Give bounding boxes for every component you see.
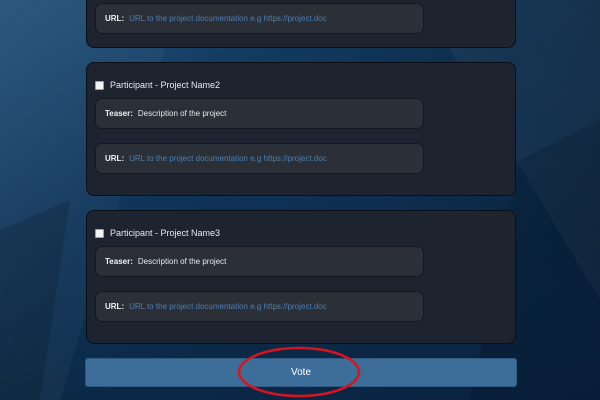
url-placeholder: URL to the project documentation e.g htt…: [129, 14, 327, 23]
project-card: Participant - Project Name2 Teaser: Desc…: [86, 62, 516, 196]
project-card: Participant - Project Name3 Teaser: Desc…: [86, 210, 516, 344]
participant-checkbox-row[interactable]: Participant - Project Name3: [95, 228, 220, 238]
teaser-label: Teaser:: [105, 257, 133, 266]
url-placeholder: URL to the project documentation e.g htt…: [129, 154, 327, 163]
teaser-field[interactable]: Teaser: Description of the project: [95, 246, 424, 277]
url-label: URL:: [105, 154, 125, 163]
teaser-label: Teaser:: [105, 109, 133, 118]
teaser-field[interactable]: Teaser: Description of the project: [95, 98, 424, 129]
url-label: URL:: [105, 14, 125, 23]
participant-checkbox-row[interactable]: Participant - Project Name2: [95, 80, 220, 90]
project-card: URL: URL to the project documentation e.…: [86, 0, 516, 48]
url-field[interactable]: URL: URL to the project documentation e.…: [95, 3, 424, 34]
url-field[interactable]: URL: URL to the project documentation e.…: [95, 291, 424, 322]
url-label: URL:: [105, 302, 125, 311]
url-placeholder: URL to the project documentation e.g htt…: [129, 302, 327, 311]
teaser-text: Description of the project: [137, 257, 227, 266]
url-field[interactable]: URL: URL to the project documentation e.…: [95, 143, 424, 174]
teaser-text: Description of the project: [137, 109, 227, 118]
participant-checkbox[interactable]: [95, 80, 104, 90]
vote-button[interactable]: Vote: [85, 358, 517, 387]
participant-label: Participant - Project Name2: [110, 80, 221, 90]
vote-button-label: Vote: [290, 367, 312, 378]
participant-checkbox[interactable]: [95, 228, 104, 238]
participant-label: Participant - Project Name3: [110, 228, 221, 238]
